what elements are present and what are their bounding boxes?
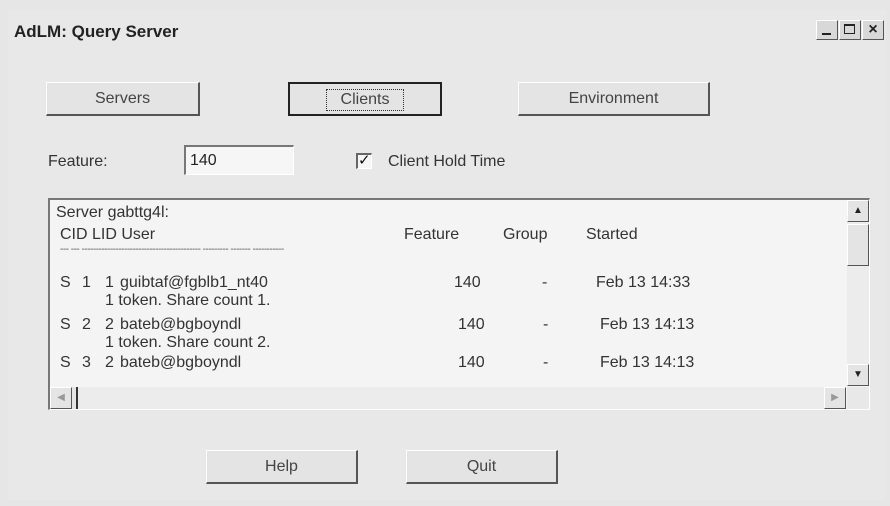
row-3-group: - xyxy=(543,354,549,371)
header-separator: --- --- --------------------------------… xyxy=(60,244,284,255)
environment-button[interactable]: Environment xyxy=(518,82,710,116)
row-2-cid: 2 xyxy=(82,316,91,333)
arrow-down-icon: ▼ xyxy=(853,369,863,380)
horizontal-scrollbar[interactable]: ◀ ▶ xyxy=(50,387,846,409)
row-1-lid: 1 xyxy=(105,274,114,291)
row-2-s: S xyxy=(60,316,71,333)
scroll-up-button[interactable]: ▲ xyxy=(847,200,869,222)
scroll-left-button[interactable]: ◀ xyxy=(50,387,72,409)
servers-button[interactable]: Servers xyxy=(46,82,200,116)
minimize-icon xyxy=(822,33,831,35)
horizontal-scroll-thumb[interactable] xyxy=(72,387,78,409)
query-server-window: AdLM: Query Server × Servers Clients Env… xyxy=(8,10,886,500)
clients-button[interactable]: Clients xyxy=(288,82,442,116)
row-2-lid: 2 xyxy=(105,316,114,333)
row-2-user: bateb@bgboyndl xyxy=(120,316,242,333)
window-controls: × xyxy=(816,20,884,40)
vertical-scrollbar[interactable]: ▲ ▼ xyxy=(847,200,869,386)
row-1-s: S xyxy=(60,274,71,291)
row-3-s: S xyxy=(60,354,71,371)
row-1-started: Feb 13 14:33 xyxy=(596,274,691,291)
arrow-right-icon: ▶ xyxy=(831,392,839,403)
feature-label: Feature: xyxy=(48,153,108,170)
close-button[interactable]: × xyxy=(862,20,884,40)
row-3-feature: 140 xyxy=(458,354,485,371)
row-1-group: - xyxy=(542,274,548,291)
clients-button-label: Clients xyxy=(325,89,405,111)
header-group: Group xyxy=(503,226,548,243)
row-1-user: guibtaf@fgblb1_nt40 xyxy=(120,274,268,291)
title-bar[interactable]: AdLM: Query Server × xyxy=(8,10,886,46)
header-cid-lid-user: CID LID User xyxy=(60,226,156,243)
row-3-cid: 3 xyxy=(82,354,91,371)
row-2-detail: 1 token. Share count 2. xyxy=(105,334,271,351)
scroll-right-button[interactable]: ▶ xyxy=(824,387,846,409)
row-2-started: Feb 13 14:13 xyxy=(600,316,695,333)
row-2-group: - xyxy=(543,316,549,333)
window-title: AdLM: Query Server xyxy=(14,22,179,41)
client-hold-time-checkbox[interactable]: ✓ xyxy=(356,152,372,169)
row-1-detail: 1 token. Share count 1. xyxy=(105,292,271,309)
minimize-button[interactable] xyxy=(816,20,838,40)
close-icon: × xyxy=(868,21,878,38)
header-started: Started xyxy=(586,226,638,243)
feature-input[interactable] xyxy=(184,145,294,175)
scroll-down-button[interactable]: ▼ xyxy=(847,364,869,386)
header-feature: Feature xyxy=(404,226,460,243)
row-3-lid: 2 xyxy=(105,354,114,371)
maximize-button[interactable] xyxy=(839,20,861,40)
server-line: Server gabttg4l: xyxy=(56,204,169,221)
row-1-feature: 140 xyxy=(454,274,481,291)
client-hold-time-label: Client Hold Time xyxy=(388,153,506,170)
arrow-up-icon: ▲ xyxy=(853,205,863,216)
quit-button[interactable]: Quit xyxy=(406,450,558,484)
row-2-feature: 140 xyxy=(458,316,485,333)
help-button[interactable]: Help xyxy=(206,450,358,484)
arrow-left-icon: ◀ xyxy=(57,392,65,403)
row-3-started: Feb 13 14:13 xyxy=(600,354,695,371)
maximize-icon xyxy=(844,24,855,34)
row-3-user: bateb@bgboyndl xyxy=(120,354,242,371)
row-1-cid: 1 xyxy=(82,274,91,291)
scrollbar-corner xyxy=(847,387,869,409)
vertical-scroll-thumb[interactable] xyxy=(847,224,869,266)
checkmark-icon: ✓ xyxy=(358,152,371,169)
client-listing[interactable]: Server gabttg4l: CID LID User Feature Gr… xyxy=(48,198,870,410)
